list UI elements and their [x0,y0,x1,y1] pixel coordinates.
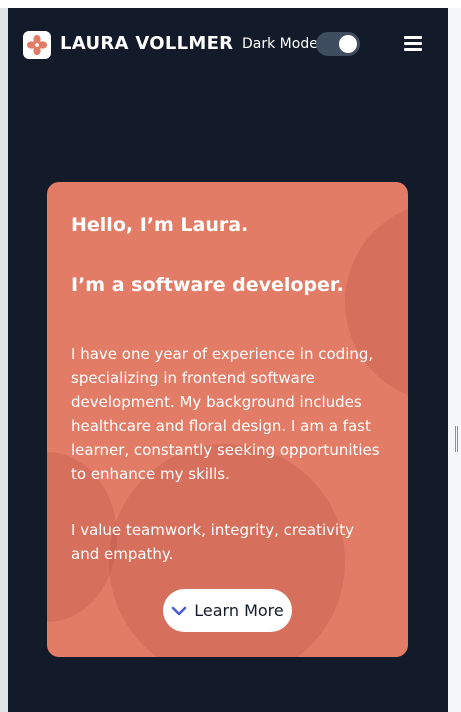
browser-top-edge [0,0,461,8]
hamburger-menu-icon[interactable] [404,36,424,52]
dark-mode-toggle[interactable] [316,32,360,56]
role-heading: I’m a software developer. [71,274,344,296]
flower-icon[interactable] [23,31,51,59]
learn-more-label: Learn More [194,601,284,620]
values-paragraph: I value teamwork, integrity, creativity … [71,521,354,563]
dark-mode-label: Dark Mode [242,36,318,52]
chevron-down-icon [171,606,187,615]
devtools-pane-edge [448,8,461,712]
page-viewport: LAURA VOLLMER Dark Mode Hello, I’m Laura… [8,8,448,712]
learn-more-button[interactable]: Learn More [163,589,292,632]
toggle-knob [339,35,357,53]
resize-handle[interactable] [455,426,458,452]
brand-name[interactable]: LAURA VOLLMER [60,33,233,54]
intro-card: Hello, I’m Laura. I’m a software develop… [47,182,408,657]
bio-paragraph: I have one year of experience in coding,… [71,345,380,483]
browser-left-edge [0,8,8,712]
navbar: LAURA VOLLMER Dark Mode [8,8,448,80]
greeting-heading: Hello, I’m Laura. [71,214,249,236]
